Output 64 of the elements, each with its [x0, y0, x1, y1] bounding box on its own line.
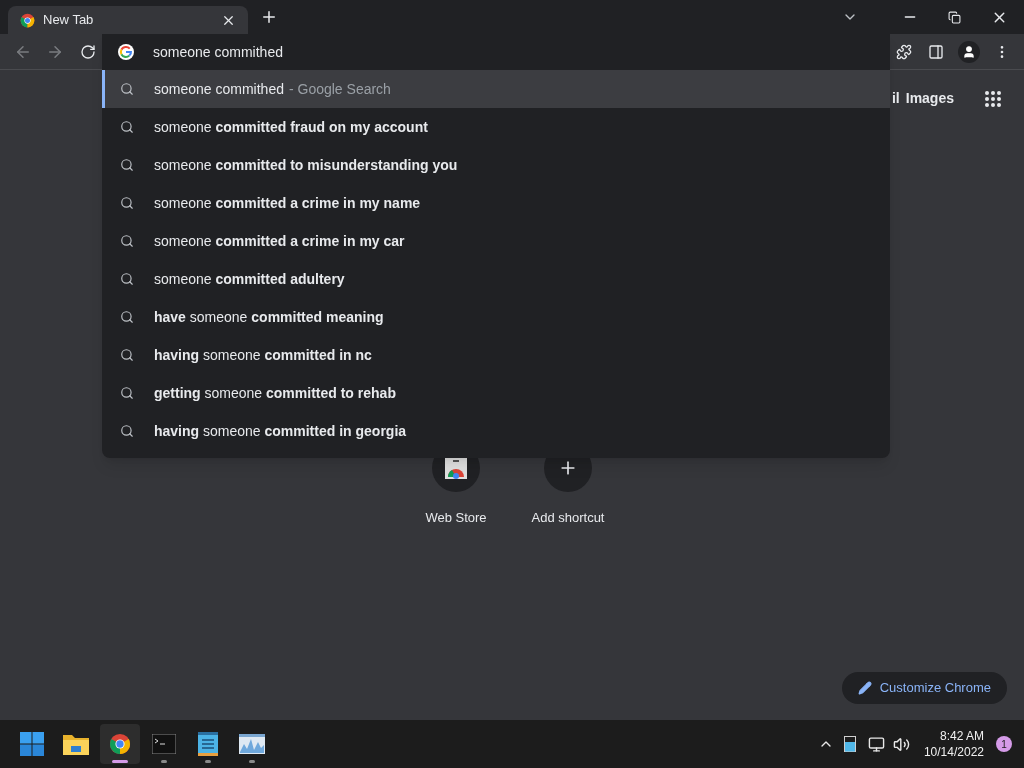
suggestion-hint: - Google Search [288, 79, 391, 99]
clock[interactable]: 8:42 AM 10/14/2022 [923, 728, 984, 760]
suggestion-item[interactable]: having someone committed in nc [102, 336, 890, 374]
suggestion-item[interactable]: someone committed fraud on my account [102, 108, 890, 146]
suggestion-text: having someone committed in georgia [154, 421, 407, 441]
suggestion-item[interactable]: someone committed to misunderstanding you [102, 146, 890, 184]
notepad-icon [198, 732, 218, 756]
suggestion-text: someone committed a crime in my car [154, 231, 405, 251]
restore-icon[interactable] [948, 10, 961, 24]
chart-window-icon [239, 734, 265, 754]
apps-grid-icon[interactable] [984, 89, 1002, 108]
suggestion-text: someone committed a crime in my name [154, 193, 421, 213]
google-logo-icon [118, 44, 134, 60]
suggestion-item[interactable]: someone committed adultery [102, 260, 890, 298]
taskbar-app[interactable] [100, 724, 140, 764]
profile-avatar[interactable] [958, 40, 980, 63]
folder-icon [63, 733, 89, 755]
search-icon [120, 348, 134, 362]
omnibox-text: someone commithed [153, 42, 283, 62]
shortcut-label: Add shortcut [531, 509, 605, 527]
search-icon [120, 158, 134, 172]
gmail-link[interactable]: il [891, 88, 900, 109]
store-bag-icon [444, 456, 468, 480]
suggestion-text: have someone committed meaning [154, 307, 384, 327]
suggestion-text: having someone committed in nc [154, 345, 372, 365]
search-icon [120, 272, 134, 286]
search-icon [120, 82, 134, 96]
chrome-tab-icon [20, 12, 35, 28]
search-icon [120, 234, 134, 248]
side-panel-icon[interactable] [928, 43, 944, 60]
search-icon [120, 310, 134, 324]
clock-time: 8:42 AM [939, 728, 984, 744]
extensions-icon[interactable] [896, 43, 912, 60]
terminal-icon [152, 734, 176, 754]
search-icon [120, 120, 134, 134]
windows-logo-icon [20, 732, 44, 756]
suggestion-item[interactable]: have someone committed meaning [102, 298, 890, 336]
reload-icon[interactable] [80, 43, 96, 60]
suggestion-text: someone committed adultery [154, 269, 345, 289]
suggestion-item[interactable]: someone committed a crime in my car [102, 222, 890, 260]
images-link[interactable]: Images [905, 88, 954, 109]
notification-badge[interactable]: 1 [996, 736, 1012, 752]
suggestion-text: someone committed to misunderstanding you [154, 155, 458, 175]
omnibox-field[interactable]: someone commithed [102, 34, 890, 70]
suggestion-item[interactable]: someone committed a crime in my name [102, 184, 890, 222]
suggestion-text: someone commithed [154, 79, 284, 99]
search-icon [120, 424, 134, 438]
battery-icon[interactable] [843, 736, 856, 752]
search-icon [120, 386, 134, 400]
suggestion-text: getting someone committed to rehab [154, 383, 396, 403]
pencil-icon [857, 681, 872, 695]
search-icon [120, 196, 134, 210]
suggestion-item[interactable]: getting someone committed to rehab [102, 374, 890, 412]
chrome-icon [109, 733, 131, 755]
volume-icon[interactable] [892, 735, 910, 753]
customize-chrome-button[interactable]: Customize Chrome [841, 672, 1007, 704]
suggestion-item[interactable]: someone commithed - Google Search [102, 70, 890, 108]
browser-tab[interactable]: New Tab [8, 6, 248, 34]
suggestion-item[interactable]: having someone committed in georgia [102, 412, 890, 450]
tab-title: New Tab [43, 11, 95, 30]
suggestion-text: someone committed fraud on my account [154, 117, 428, 137]
clock-date: 10/14/2022 [923, 744, 984, 760]
shortcut-label: Web Store [425, 509, 487, 527]
new-tab-icon[interactable] [260, 8, 278, 26]
